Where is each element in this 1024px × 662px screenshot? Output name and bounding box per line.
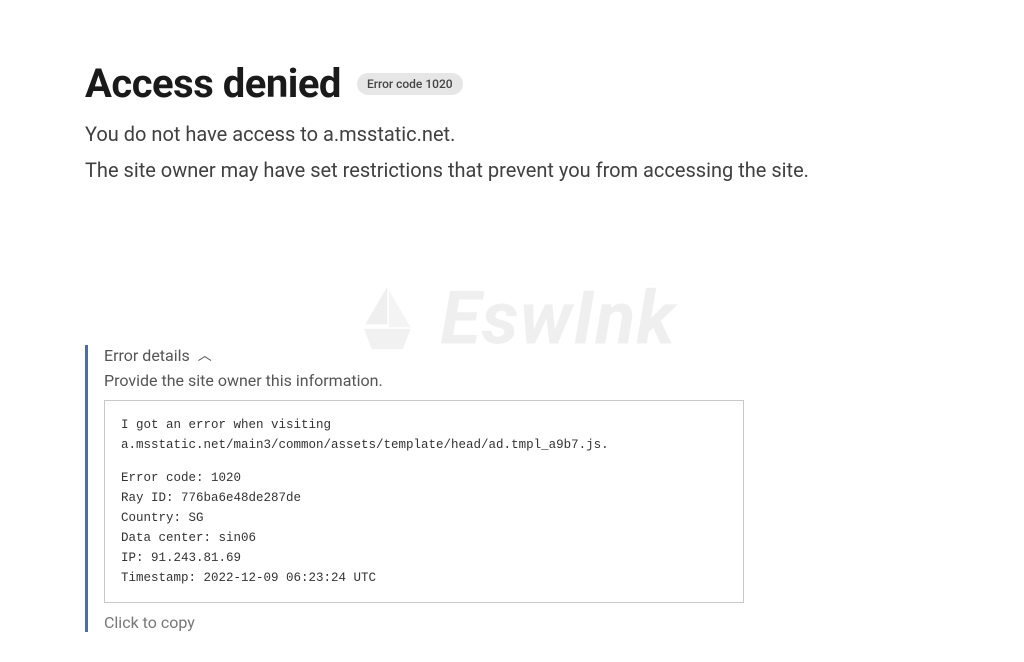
header-row: Access denied Error code 1020 xyxy=(85,60,939,107)
description-line-1: You do not have access to a.msstatic.net… xyxy=(85,119,939,149)
error-details-box: I got an error when visiting a.msstatic.… xyxy=(104,400,744,603)
details-data-center: Data center: sin06 xyxy=(121,528,727,548)
description-line-2: The site owner may have set restrictions… xyxy=(85,155,939,185)
details-error-code: Error code: 1020 xyxy=(121,468,727,488)
details-url-line: I got an error when visiting a.msstatic.… xyxy=(121,415,727,455)
details-ip: IP: 91.243.81.69 xyxy=(121,548,727,568)
error-details-label: Error details xyxy=(104,346,190,365)
chevron-up-icon: ︿ xyxy=(198,345,212,365)
page-title: Access denied xyxy=(85,60,341,107)
page-container: Access denied Error code 1020 You do not… xyxy=(0,0,1024,662)
error-details-section: Error details ︿ Provide the site owner t… xyxy=(85,345,939,632)
details-ray-id: Ray ID: 776ba6e48de287de xyxy=(121,488,727,508)
click-to-copy-button[interactable]: Click to copy xyxy=(104,613,939,632)
details-country: Country: SG xyxy=(121,508,727,528)
details-timestamp: Timestamp: 2022-12-09 06:23:24 UTC xyxy=(121,568,727,588)
details-instruction: Provide the site owner this information. xyxy=(104,371,939,390)
error-details-toggle[interactable]: Error details ︿ xyxy=(104,345,939,365)
error-code-badge: Error code 1020 xyxy=(357,73,463,95)
